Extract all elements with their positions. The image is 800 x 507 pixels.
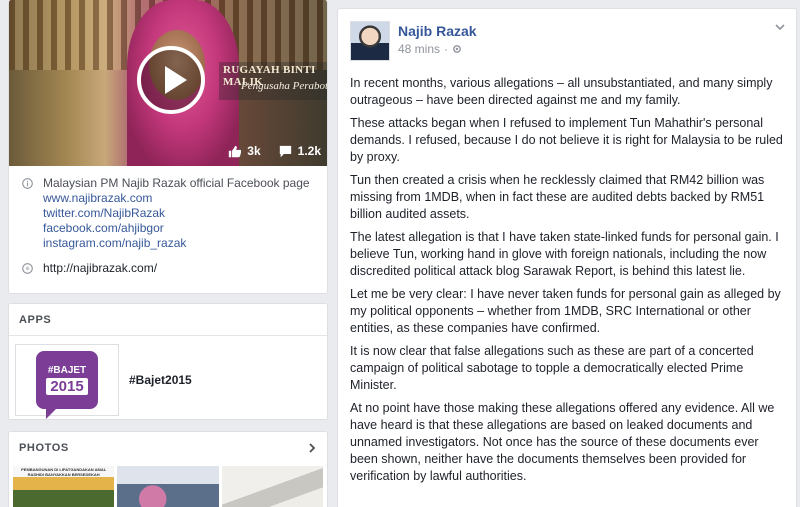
bajet-logo: #BAJET 2015: [36, 351, 98, 419]
photo-thumbnail[interactable]: PEMBANGUNAN DI LIPATGANDAKAN AMAL RASHID…: [13, 466, 115, 507]
post-author[interactable]: Najib Razak: [398, 22, 477, 40]
globe-icon: [21, 261, 33, 276]
photos-card: PHOTOS PEMBANGUNAN DI LIPATGANDAKAN AMAL…: [8, 431, 328, 507]
bajet-logo-year: 2015: [46, 378, 88, 395]
post-paragraph: The latest allegation is that I have tak…: [350, 230, 779, 278]
post-paragraph: In recent months, various allegations – …: [350, 76, 773, 107]
photos-header[interactable]: PHOTOS: [9, 432, 327, 464]
website-link[interactable]: http://najibrazak.com/: [43, 261, 157, 276]
bajet-logo-text: #BAJET: [47, 365, 87, 376]
meta-separator: ·: [444, 42, 449, 56]
link-website[interactable]: www.najibrazak.com: [43, 191, 310, 206]
app-thumbnail[interactable]: #BAJET 2015: [15, 344, 119, 419]
apps-card: APPS #BAJET 2015 #Bajet2015: [8, 303, 328, 420]
post-paragraph: These attacks began when I refused to im…: [350, 116, 783, 164]
video-stats: 3k 1.2k: [228, 144, 321, 158]
photo-thumbnail[interactable]: [117, 466, 219, 507]
like-icon: [229, 145, 242, 157]
comment-icon: [279, 145, 291, 157]
post-paragraph: It is now clear that false allegations s…: [350, 344, 754, 392]
app-item-bajet2015[interactable]: #BAJET 2015 #Bajet2015: [9, 336, 327, 424]
link-facebook[interactable]: facebook.com/ahjibgor: [43, 221, 310, 236]
likes-count: 3k: [247, 144, 261, 158]
post-paragraph: Tun then created a crisis when he reckle…: [350, 173, 765, 221]
post-time[interactable]: 48 mins: [398, 42, 440, 56]
page-description: Malaysian PM Najib Razak official Facebo…: [43, 176, 310, 190]
play-icon[interactable]: [137, 46, 205, 114]
caret-down-icon[interactable]: [774, 21, 786, 33]
about-website-row: http://najibrazak.com/: [21, 261, 315, 276]
avatar[interactable]: [350, 21, 390, 61]
chevron-right-icon[interactable]: [307, 443, 317, 453]
app-label[interactable]: #Bajet2015: [129, 373, 192, 387]
photo-thumbnails: PEMBANGUNAN DI LIPATGANDAKAN AMAL RASHID…: [9, 464, 327, 507]
likes-stat[interactable]: 3k: [228, 144, 261, 158]
post-paragraph: Let me be very clear: I have never taken…: [350, 287, 781, 335]
comments-count: 1.2k: [297, 144, 321, 158]
post-meta: 48 mins ·: [398, 42, 477, 56]
public-icon[interactable]: [452, 44, 462, 54]
apps-title: APPS: [19, 313, 52, 326]
post-body: In recent months, various allegations – …: [350, 75, 784, 485]
link-instagram[interactable]: instagram.com/najib_razak: [43, 236, 310, 251]
post-header: Najib Razak 48 mins ·: [350, 21, 784, 61]
photos-title: PHOTOS: [19, 442, 69, 454]
photo-thumbnail[interactable]: [221, 466, 323, 507]
about-card: RUGAYAH BINTI MALIK Pengusaha Perabot 3k…: [8, 0, 328, 294]
comments-stat[interactable]: 1.2k: [279, 144, 321, 158]
post-card: Najib Razak 48 mins · In recent months, …: [337, 8, 797, 507]
video-caption-role: Pengusaha Perabot: [241, 80, 328, 92]
post-paragraph: At no point have those making these alle…: [350, 401, 775, 483]
link-twitter[interactable]: twitter.com/NajibRazak: [43, 206, 310, 221]
about-section: Malaysian PM Najib Razak official Facebo…: [9, 166, 327, 276]
photo-caption: PEMBANGUNAN DI LIPATGANDAKAN AMAL RASHID…: [21, 467, 107, 477]
video-player[interactable]: RUGAYAH BINTI MALIK Pengusaha Perabot 3k…: [9, 0, 328, 166]
apps-header: APPS: [9, 304, 327, 336]
info-icon: [21, 176, 33, 251]
about-description-row: Malaysian PM Najib Razak official Facebo…: [21, 176, 315, 251]
